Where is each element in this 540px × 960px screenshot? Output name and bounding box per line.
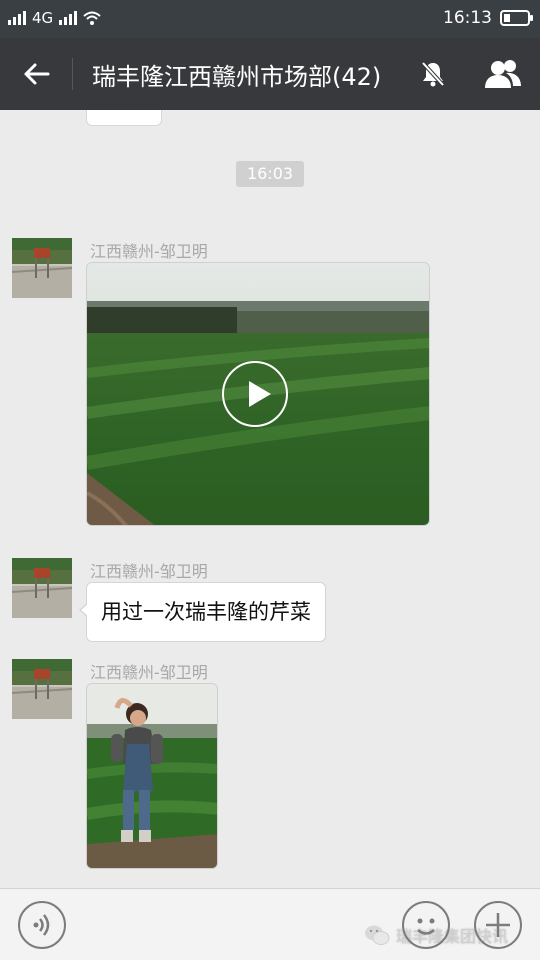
voice-icon: [33, 914, 50, 936]
avatar-image: [12, 659, 72, 719]
bell-off-icon: [421, 61, 445, 87]
sender-avatar[interactable]: [12, 558, 72, 618]
arrow-left-icon: [24, 63, 50, 85]
previous-message-bubble[interactable]: [86, 110, 162, 126]
group-icon: [485, 60, 521, 88]
avatar-image: [12, 558, 72, 618]
input-bar: 瑞丰隆集团快讯: [0, 888, 540, 960]
sender-avatar[interactable]: [12, 238, 72, 298]
signal-icon-2: [59, 11, 78, 25]
network-type: 4G: [32, 9, 54, 27]
members-button[interactable]: [482, 56, 524, 92]
play-icon[interactable]: [222, 361, 288, 427]
wechat-logo-icon: [365, 925, 390, 945]
image-message[interactable]: [86, 683, 218, 869]
voice-button[interactable]: [18, 901, 66, 949]
sender-avatar[interactable]: [12, 659, 72, 719]
plus-button[interactable]: [474, 901, 522, 949]
video-message[interactable]: [86, 262, 430, 526]
sender-name: 江西赣州-邹卫明: [90, 663, 208, 682]
sender-name: 江西赣州-邹卫明: [90, 242, 208, 261]
plus-icon: [486, 913, 510, 937]
emoji-button[interactable]: [402, 901, 450, 949]
chat-header: 瑞丰隆江西赣州市场部(42): [0, 38, 540, 110]
signal-icon: [8, 11, 26, 25]
clock: 16:13: [443, 8, 492, 28]
photo-thumbnail: [87, 684, 217, 868]
chat-area[interactable]: 16:03 江西赣州-邹卫明 江西赣州-邹卫明 用过一次瑞丰隆的芹菜 江西赣州-…: [0, 110, 540, 888]
status-bar: 4G 16:13: [0, 0, 540, 38]
timestamp: 16:03: [236, 161, 304, 187]
text-message-bubble[interactable]: 用过一次瑞丰隆的芹菜: [79, 582, 326, 642]
header-divider: [72, 58, 73, 90]
wifi-icon: [83, 11, 101, 25]
chat-title: 瑞丰隆江西赣州市场部(42): [92, 63, 382, 91]
emoji-icon: [417, 918, 435, 935]
sender-name: 江西赣州-邹卫明: [90, 562, 208, 581]
avatar-image: [12, 238, 72, 298]
back-button[interactable]: [18, 56, 54, 92]
battery-icon: [500, 10, 533, 26]
status-right: 16:13: [443, 8, 533, 28]
status-left: 4G: [8, 9, 101, 27]
